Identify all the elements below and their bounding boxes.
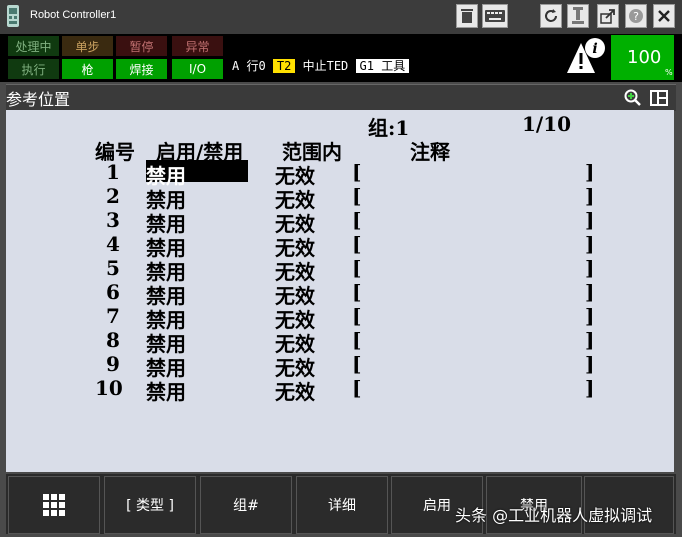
pendant-icon [6, 5, 20, 27]
row-enable-value[interactable]: 禁用 [146, 160, 248, 188]
row-comment-open: [ [352, 352, 362, 376]
row-comment-close: ] [585, 304, 595, 328]
header-comment: 注释 [410, 140, 450, 164]
speed-unit: % [665, 68, 673, 77]
row-comment-open: [ [352, 232, 362, 256]
zoom-in-icon[interactable] [624, 89, 642, 111]
row-comment-close: ] [585, 256, 595, 280]
row-number: 7 [106, 304, 120, 328]
page-title: 参考位置 [6, 90, 71, 109]
row-comment-close: ] [585, 208, 595, 232]
row-comment-open: [ [352, 160, 362, 184]
row-range-value: 无效 [275, 380, 315, 404]
mode-badge: T2 [272, 59, 296, 73]
softkey-detail[interactable]: 详细 [296, 476, 388, 534]
row-number: 10 [95, 376, 123, 400]
help-icon[interactable]: ? [625, 4, 647, 28]
softkey-type[interactable]: [ 类型 ] [104, 476, 196, 534]
refresh-icon[interactable] [540, 4, 562, 28]
row-comment-close: ] [585, 352, 595, 376]
indicator-gun: 枪 [62, 59, 113, 79]
row-comment-open: [ [352, 328, 362, 352]
close-icon[interactable] [653, 4, 675, 28]
row-comment-close: ] [585, 160, 595, 184]
watermark-text: 头条 @工业机器人虚拟调试 [455, 506, 653, 525]
row-comment-open: [ [352, 376, 362, 400]
status-line: A 行0 T2 中止TED G1 工具 [232, 57, 410, 74]
trash-icon[interactable] [456, 4, 478, 28]
svg-text:i: i [592, 41, 597, 57]
row-number: 3 [106, 208, 120, 232]
row-number: 1 [106, 160, 120, 184]
row-number: 4 [106, 232, 120, 256]
grid-icon [43, 494, 65, 516]
speed-override[interactable]: 100 % [611, 35, 674, 80]
row-comment-close: ] [585, 328, 595, 352]
indicator-step: 单步 [62, 36, 113, 56]
keyboard-icon[interactable] [482, 4, 508, 28]
page-indicator: 1/10 [522, 112, 572, 136]
screen-header [6, 84, 676, 111]
row-number: 8 [106, 328, 120, 352]
row-comment-open: [ [352, 256, 362, 280]
row-number: 6 [106, 280, 120, 304]
indicator-hold: 暂停 [116, 36, 167, 56]
speed-value: 100 [627, 47, 662, 68]
row-comment-open: [ [352, 184, 362, 208]
group-label: 组:1 [368, 116, 410, 140]
split-screen-icon[interactable] [650, 90, 668, 110]
state-text: 中止TED [302, 59, 349, 73]
robot-icon[interactable] [567, 4, 589, 28]
indicator-fault: 异常 [172, 36, 223, 56]
row-number: 2 [106, 184, 120, 208]
row-number: 9 [106, 352, 120, 376]
share-icon[interactable] [597, 4, 619, 28]
menu-grid-button[interactable] [8, 476, 100, 534]
warning-info-icon[interactable]: i [565, 37, 607, 81]
indicator-run: 执行 [8, 59, 59, 79]
row-comment-open: [ [352, 304, 362, 328]
row-comment-close: ] [585, 376, 595, 400]
row-comment-open: [ [352, 208, 362, 232]
tool-badge: G1 工具 [355, 59, 410, 73]
svg-text:?: ? [633, 10, 639, 23]
row-comment-open: [ [352, 280, 362, 304]
row-comment-close: ] [585, 232, 595, 256]
window-title: Robot Controller1 [30, 9, 117, 21]
row-comment-close: ] [585, 280, 595, 304]
indicator-io: I/O [172, 59, 223, 79]
line-indicator: A 行0 [232, 59, 266, 73]
indicator-busy: 处理中 [8, 36, 59, 56]
row-enable-value[interactable]: 禁用 [146, 376, 186, 405]
indicator-weld: 焊接 [116, 59, 167, 79]
row-comment-close: ] [585, 184, 595, 208]
softkey-group[interactable]: 组# [200, 476, 292, 534]
row-number: 5 [106, 256, 120, 280]
